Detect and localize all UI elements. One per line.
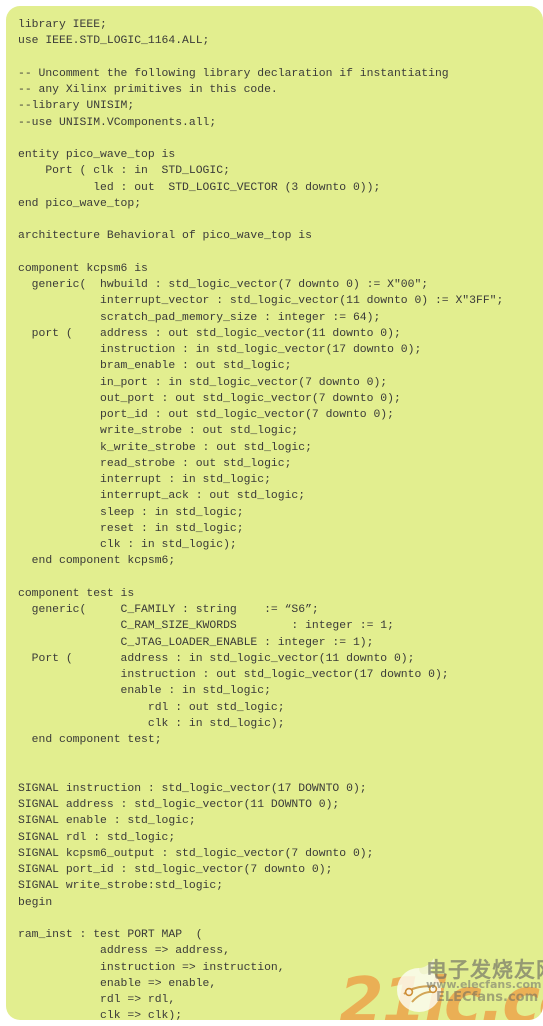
code-line: entity pico_wave_top is xyxy=(18,149,176,161)
code-line: instruction : in std_logic_vector(17 dow… xyxy=(18,344,422,356)
code-line: -- Uncomment the following library decla… xyxy=(18,67,449,80)
code-line: sleep : in std_logic; xyxy=(18,506,244,519)
code-line: enable : in std_logic; xyxy=(18,685,271,698)
code-panel: library IEEE; use IEEE.STD_LOGIC_1164.ALL… xyxy=(6,6,543,1020)
code-line: --use UNISIM.VComponents.all; xyxy=(18,116,217,129)
code-line: bram_enable : out std_logic; xyxy=(18,360,292,373)
code-line: interrupt_vector : std_logic_vector(11 d… xyxy=(18,295,504,308)
code-line: SIGNAL address : std_logic_vector(11 DOW… xyxy=(18,799,340,811)
code-line: library IEEE; xyxy=(18,19,107,31)
code-line: instruction => instruction, xyxy=(18,961,285,974)
code-line: C_JTAG_LOADER_ENABLE : integer := 1); xyxy=(18,636,374,649)
code-line: rdl => rdl, xyxy=(18,994,176,1006)
code-line: clk : in std_logic); xyxy=(18,539,237,551)
code-line: component test is xyxy=(18,587,135,600)
code-line: enable => enable, xyxy=(18,977,217,990)
code-line: address => address, xyxy=(18,945,230,958)
code-line: port_id : out std_logic_vector(7 downto … xyxy=(18,409,394,421)
code-line: end component test; xyxy=(18,734,162,746)
code-line: SIGNAL instruction : std_logic_vector(17… xyxy=(18,782,367,795)
code-line: clk : in std_logic); xyxy=(18,717,285,730)
code-line: ram_inst : test PORT MAP ( xyxy=(18,929,203,941)
code-line: architecture Behavioral of pico_wave_top… xyxy=(18,230,312,243)
vhdl-code-listing: library IEEE; use IEEE.STD_LOGIC_1164.ALL… xyxy=(18,17,543,1020)
code-line: write_strobe : out std_logic; xyxy=(18,425,299,438)
code-line: generic( C_FAMILY : string := “S6”; xyxy=(18,604,319,616)
code-line: end component kcpsm6; xyxy=(18,555,176,568)
code-line: rdl : out std_logic; xyxy=(18,701,285,714)
code-line: port ( address : out std_logic_vector(11… xyxy=(18,327,401,340)
code-line: -- any Xilinx primitives in this code. xyxy=(18,84,278,96)
code-line: SIGNAL rdl : std_logic; xyxy=(18,831,176,844)
code-line: scratch_pad_memory_size : integer := 64)… xyxy=(18,311,381,324)
code-line: read_strobe : out std_logic; xyxy=(18,457,292,470)
code-line: SIGNAL write_strobe:std_logic; xyxy=(18,880,224,893)
code-line: reset : in std_logic; xyxy=(18,522,244,535)
code-line: --library UNISIM; xyxy=(18,100,135,113)
code-line: led : out STD_LOGIC_VECTOR (3 downto 0))… xyxy=(18,181,381,194)
code-line: SIGNAL kcpsm6_output : std_logic_vector(… xyxy=(18,847,374,860)
code-line: component kcpsm6 is xyxy=(18,262,148,275)
code-line: end pico_wave_top; xyxy=(18,197,142,210)
code-line: k_write_strobe : out std_logic; xyxy=(18,441,312,454)
code-line: generic( hwbuild : std_logic_vector(7 do… xyxy=(18,279,429,291)
code-line: Port ( clk : in STD_LOGIC; xyxy=(18,165,230,178)
code-line: clk => clk); xyxy=(18,1010,183,1020)
screenshot-page: library IEEE; use IEEE.STD_LOGIC_1164.ALL… xyxy=(0,0,543,1026)
code-line: SIGNAL enable : std_logic; xyxy=(18,815,196,828)
code-line: C_RAM_SIZE_KWORDS : integer := 1; xyxy=(18,620,394,633)
code-line: Port ( address : in std_logic_vector(11 … xyxy=(18,652,415,665)
code-line: in_port : in std_logic_vector(7 downto 0… xyxy=(18,376,388,389)
code-line: use IEEE.STD_LOGIC_1164.ALL; xyxy=(18,35,210,48)
code-line: out_port : out std_logic_vector(7 downto… xyxy=(18,392,401,405)
code-line: interrupt : in std_logic; xyxy=(18,474,271,486)
code-line: SIGNAL port_id : std_logic_vector(7 down… xyxy=(18,864,333,876)
code-line: instruction : out std_logic_vector(17 do… xyxy=(18,669,449,681)
code-line: begin xyxy=(18,896,53,909)
code-line: interrupt_ack : out std_logic; xyxy=(18,490,306,503)
